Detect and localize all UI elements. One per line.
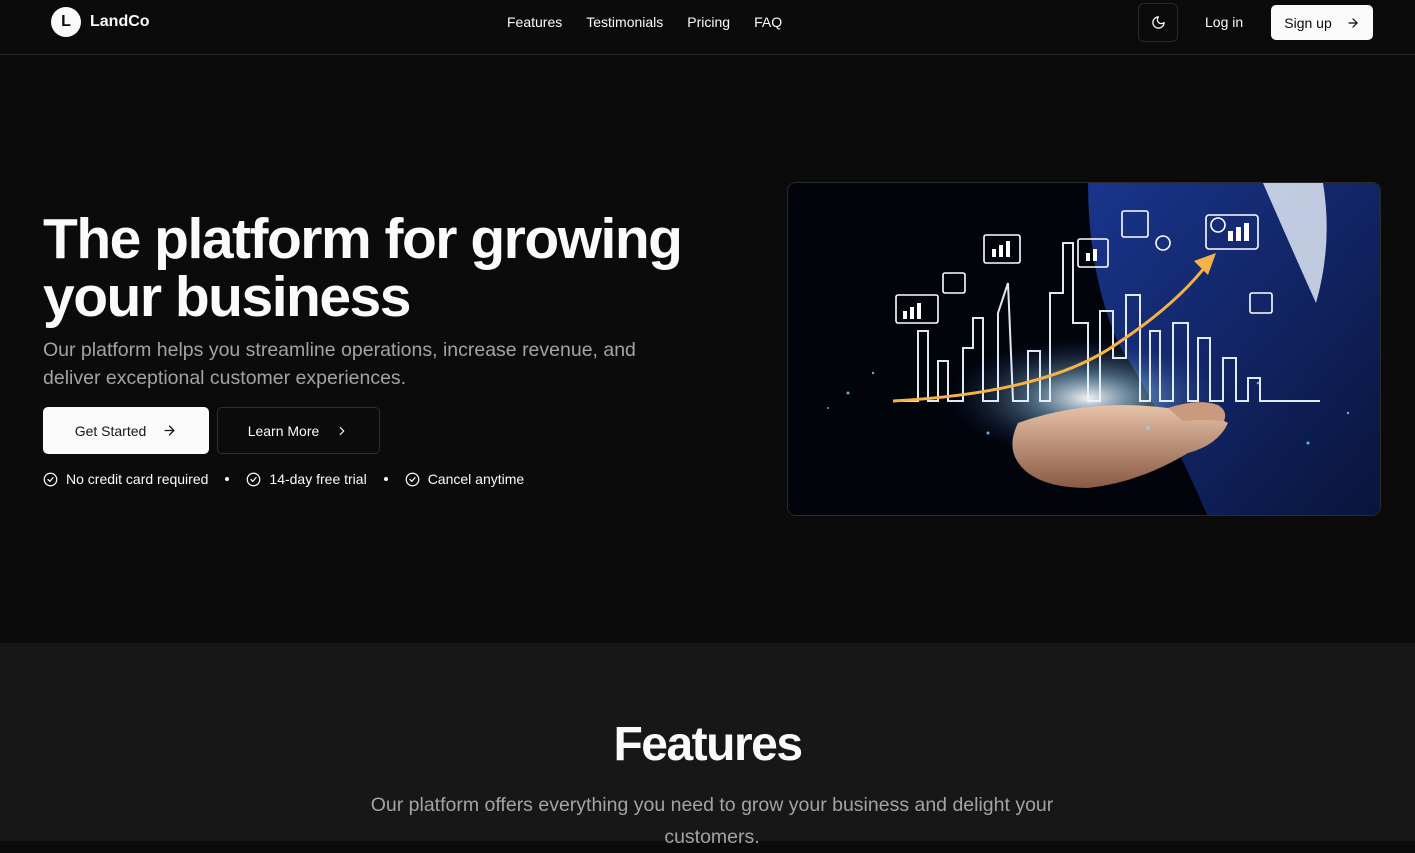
learn-more-label: Learn More	[247, 422, 320, 439]
perk-label: No credit card required	[66, 471, 209, 487]
learn-more-button[interactable]: Learn More	[217, 407, 380, 454]
theme-toggle-button[interactable]	[1138, 3, 1178, 42]
features-title: Features	[613, 718, 803, 771]
check-circle-icon	[405, 472, 420, 486]
brand-name: LandCo	[90, 13, 150, 30]
hero-subtitle: Our platform helps you streamline operat…	[43, 339, 636, 389]
perk-item: Cancel anytime	[405, 471, 525, 487]
features-subtitle: Our platform offers everything you need …	[370, 794, 1054, 848]
separator-dot	[225, 477, 230, 481]
hero-section: The platform for growing your business O…	[0, 55, 1415, 643]
perk-item: No credit card required	[43, 471, 208, 487]
brand[interactable]: L LandCo	[51, 7, 150, 37]
nav-link-pricing[interactable]: Pricing	[687, 14, 730, 30]
separator-dot	[383, 477, 388, 481]
site-header: L LandCo Features Testimonials Pricing F…	[0, 0, 1415, 55]
signup-label: Sign up	[1284, 14, 1332, 31]
nav-link-features[interactable]: Features	[507, 14, 562, 30]
arrow-right-icon	[164, 425, 175, 436]
hero-title: The platform for growing your business	[43, 207, 683, 329]
features-section: Features Our platform offers everything …	[0, 643, 1415, 848]
perks-list: No credit card required 14-day free tria…	[43, 471, 524, 487]
login-link[interactable]: Log in	[1205, 14, 1243, 30]
main-nav: Features Testimonials Pricing FAQ	[507, 14, 782, 30]
get-started-button[interactable]: Get Started	[43, 407, 209, 454]
perk-label: Cancel anytime	[427, 471, 525, 487]
brand-logo: L	[51, 7, 81, 37]
moon-icon	[1151, 16, 1165, 29]
arrow-right-icon	[1348, 17, 1358, 28]
chevron-right-icon	[339, 426, 345, 435]
nav-link-testimonials[interactable]: Testimonials	[586, 14, 663, 30]
perk-item: 14-day free trial	[246, 471, 367, 487]
perk-label: 14-day free trial	[269, 471, 367, 487]
nav-link-faq[interactable]: FAQ	[754, 14, 782, 30]
signup-button[interactable]: Sign up	[1271, 5, 1373, 40]
check-circle-icon	[43, 472, 58, 486]
check-circle-icon	[247, 472, 261, 486]
growth-chart-illustration	[788, 183, 1380, 515]
get-started-label: Get Started	[74, 422, 147, 439]
hero-image	[787, 182, 1381, 516]
